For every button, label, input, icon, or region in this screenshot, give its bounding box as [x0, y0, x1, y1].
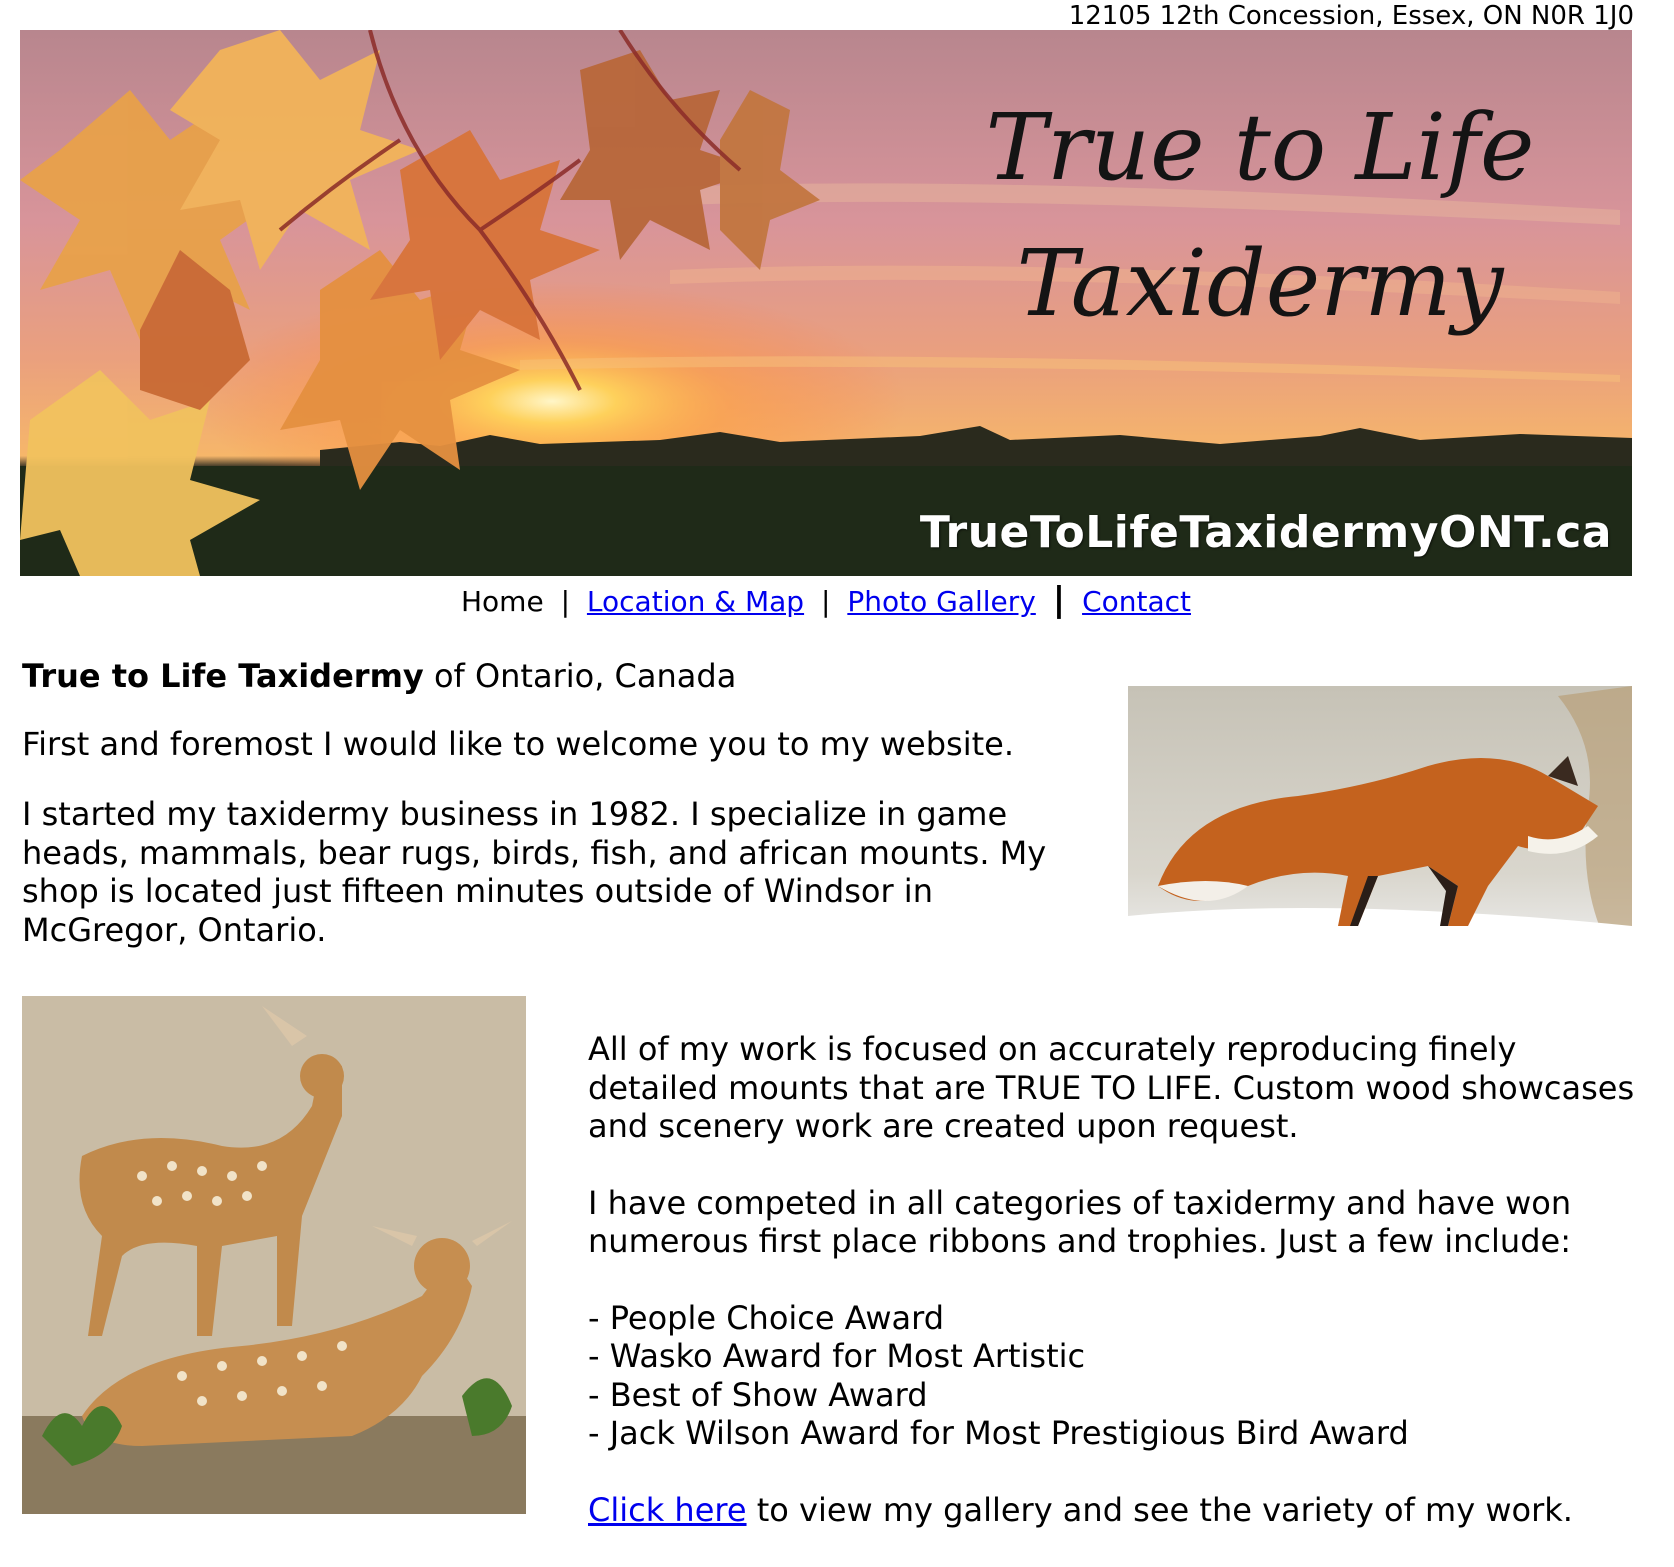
gallery-link-rest: to view my gallery and see the variety o…	[746, 1490, 1573, 1529]
fawns-mount-photo	[22, 996, 526, 1514]
award-item: - Jack Wilson Award for Most Prestigious…	[588, 1414, 1409, 1452]
nav-separator: |	[560, 585, 571, 618]
banner-title-line2: Taxidermy	[1016, 230, 1504, 337]
fawns-image	[22, 996, 526, 1514]
intro-heading-bold: True to Life Taxidermy	[22, 657, 424, 695]
paragraph-competitions: I have competed in all categories of tax…	[588, 1183, 1572, 1261]
awards-list: - People Choice Award - Wasko Award for …	[588, 1299, 1648, 1453]
fox-mount-photo	[1128, 686, 1632, 954]
nav-separator: |	[820, 585, 831, 618]
main-nav: Home | Location & Map | Photo Gallery | …	[0, 582, 1652, 620]
intro-heading-rest: of Ontario, Canada	[423, 657, 737, 695]
nav-separator: |	[1052, 580, 1066, 620]
award-item: - Best of Show Award	[588, 1375, 928, 1414]
fox-image	[1128, 686, 1632, 954]
nav-contact-link[interactable]: Contact	[1082, 585, 1191, 618]
banner-title: True to Life Taxidermy	[980, 80, 1540, 352]
banner-url: TrueToLifeTaxidermyONT.ca	[919, 507, 1612, 558]
intro-heading: True to Life Taxidermy of Ontario, Canad…	[22, 656, 736, 696]
award-item: - Wasko Award for Most Artistic	[588, 1337, 1086, 1375]
nav-location-map-link[interactable]: Location & Map	[587, 585, 804, 618]
intro-paragraph-welcome: First and foremost I would like to welco…	[22, 725, 1014, 763]
gallery-link[interactable]: Click here	[588, 1491, 747, 1529]
paragraph-gallery: Click here to view my gallery and see th…	[588, 1491, 1648, 1530]
nav-home[interactable]: Home	[461, 585, 544, 618]
intro-paragraph-business: I started my taxidermy business in 1982.…	[22, 795, 1047, 949]
banner-title-line1: True to Life	[985, 94, 1535, 201]
nav-photo-gallery-link[interactable]: Photo Gallery	[847, 585, 1036, 618]
paragraph-work-focus: All of my work is focused on accurately …	[588, 1030, 1635, 1145]
header-address: 12105 12th Concession, Essex, ON N0R 1J0	[1068, 1, 1634, 31]
main-content: All of my work is focused on accurately …	[588, 1030, 1648, 1567]
header-banner: True to Life Taxidermy TrueToLifeTaxider…	[20, 30, 1632, 576]
award-item: - People Choice Award	[588, 1298, 945, 1337]
